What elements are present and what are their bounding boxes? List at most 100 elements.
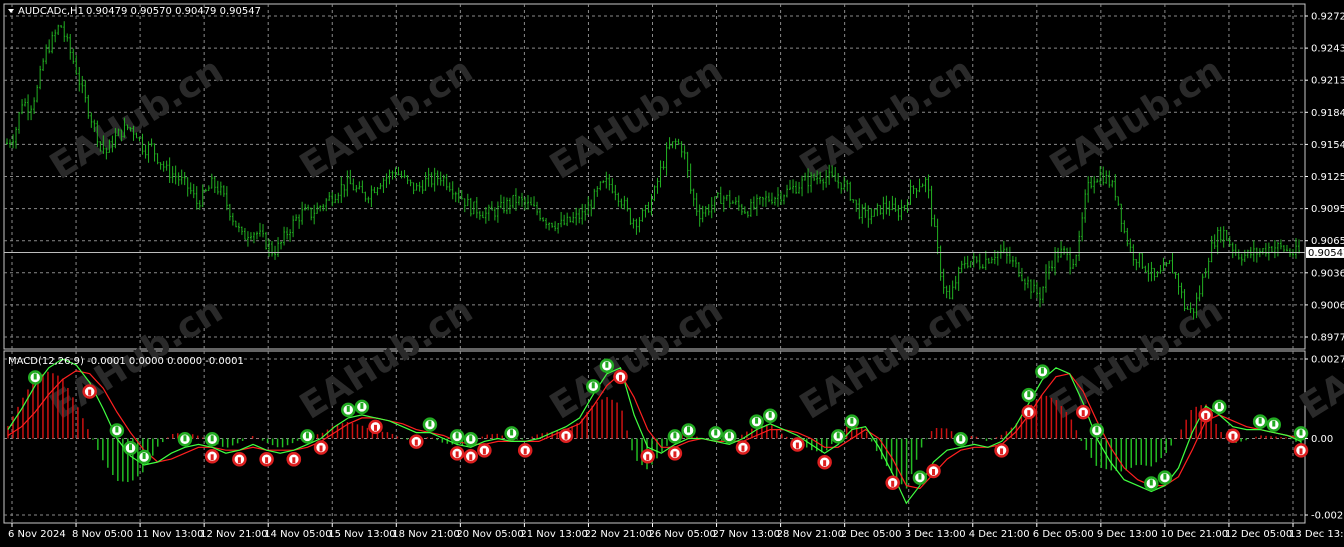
time-tick-label: 11 Nov 13:00 (136, 529, 203, 540)
sell-signal-icon (1021, 404, 1037, 420)
indicator-label: MACD(12,26,9) -0.0001 0.0000 0.0000 -0.0… (8, 356, 244, 367)
price-tick-label: 0.92135 (1311, 76, 1344, 87)
buy-signal-icon (749, 414, 764, 429)
buy-signal-icon (1144, 476, 1159, 491)
sell-signal-icon (885, 475, 900, 491)
current-price-text: 0.90547 (1308, 248, 1344, 259)
sell-signal-icon (286, 451, 302, 467)
buy-signal-icon (136, 449, 152, 465)
sell-signal-icon (790, 437, 805, 452)
time-tick-label: 26 Nov 05:00 (649, 529, 716, 540)
buy-signal-icon (1212, 399, 1227, 415)
chart-canvas[interactable]: EAHub.cn EAHub.cn EAHub.cn EAHub.cn EAHub.cn… (0, 0, 1344, 547)
buy-signal-icon (722, 429, 737, 444)
buy-signal-icon (1089, 423, 1105, 438)
buy-signal-icon (586, 379, 601, 394)
time-tick-label: 12 Dec 05:00 (1225, 529, 1292, 540)
macd-tick-label: 0.00 (1311, 434, 1333, 445)
sell-signal-icon (368, 419, 383, 435)
buy-signal-icon (177, 432, 193, 447)
macd-tick-label: -0.0026 (1311, 511, 1344, 522)
price-tick-label: 0.91840 (1311, 108, 1344, 119)
buy-signal-icon (1157, 470, 1173, 485)
buy-signal-icon (341, 402, 356, 418)
time-tick-label: 4 Dec 21:00 (969, 529, 1030, 540)
sell-signal-icon (735, 440, 751, 455)
buy-signal-icon (1035, 364, 1050, 379)
buy-signal-icon (912, 470, 928, 485)
time-tick-label: 28 Nov 21:00 (777, 529, 844, 540)
buy-signal-icon (504, 426, 519, 441)
buy-signal-icon (422, 417, 438, 432)
sell-signal-icon (409, 434, 424, 449)
buy-signal-icon (27, 370, 43, 385)
time-tick-label: 9 Dec 13:00 (1097, 529, 1158, 540)
sell-signal-icon (558, 428, 574, 443)
current-price-tag: 0.90547 (1306, 246, 1344, 259)
symbol-label: AUDCADc,H1 (18, 6, 84, 17)
buy-signal-icon (844, 414, 860, 429)
price-tick-label: 0.89770 (1311, 333, 1344, 344)
macd-tick-label: 0.0027 (1311, 355, 1344, 366)
buy-signal-icon (463, 432, 479, 447)
sell-signal-icon (1198, 407, 1213, 423)
buy-signal-icon (109, 423, 125, 438)
buy-signal-icon (1293, 426, 1309, 441)
price-tick-label: 0.91545 (1311, 140, 1344, 151)
buy-signal-icon (708, 426, 723, 441)
price-axis: 0.92725 0.92430 0.92135 0.91840 0.91545 0.912… (1305, 12, 1344, 344)
price-tick-label: 0.92725 (1311, 12, 1344, 23)
buy-signal-icon (1252, 414, 1268, 429)
buy-signal-icon (1266, 417, 1282, 432)
price-tick-label: 0.91250 (1311, 172, 1344, 183)
sell-signal-icon (477, 443, 492, 458)
sell-signal-icon (640, 449, 655, 464)
price-tick-label: 0.90955 (1311, 204, 1344, 215)
time-tick-label: 6 Nov 2024 (8, 529, 66, 540)
sell-signal-icon (232, 451, 247, 467)
sell-signal-icon (667, 446, 683, 461)
buy-signal-icon (599, 358, 615, 373)
buy-signal-icon (123, 440, 138, 456)
sell-signal-icon (994, 443, 1009, 458)
time-tick-label: 2 Dec 05:00 (841, 529, 902, 540)
time-tick-label: 8 Nov 05:00 (72, 529, 133, 540)
time-tick-label: 14 Nov 05:00 (264, 529, 331, 540)
price-tick-label: 0.90360 (1311, 268, 1344, 279)
sell-signal-icon (204, 449, 220, 464)
buy-signal-icon (762, 408, 778, 424)
time-tick-label: 18 Nov 21:00 (392, 529, 459, 540)
trading-chart-window[interactable]: EAHub.cn EAHub.cn EAHub.cn EAHub.cn EAHub.cn… (0, 0, 1344, 547)
sell-signal-icon (463, 449, 479, 464)
sell-signal-icon (817, 454, 832, 470)
time-tick-label: 22 Nov 21:00 (584, 529, 651, 540)
buy-signal-icon (667, 429, 683, 444)
sell-signal-icon (1225, 428, 1241, 443)
buy-signal-icon (1021, 387, 1037, 403)
buy-signal-icon (681, 423, 696, 438)
time-tick-label: 13 Dec 13:00 (1289, 529, 1344, 540)
sell-signal-icon (449, 446, 465, 461)
buy-signal-icon (449, 429, 465, 444)
sell-signal-icon (1293, 443, 1309, 458)
sell-signal-icon (517, 443, 533, 458)
time-tick-label: 3 Dec 13:00 (905, 529, 966, 540)
time-axis: 6 Nov 2024 8 Nov 05:00 11 Nov 13:0012 Nov … (8, 523, 1344, 540)
sell-signal-icon (926, 463, 941, 479)
price-tick-label: 0.90655 (1311, 236, 1344, 247)
time-tick-label: 10 Dec 21:00 (1161, 529, 1228, 540)
price-tick-label: 0.92430 (1311, 44, 1344, 55)
ohlc-readout: 0.90479 0.90570 0.90479 0.90547 (86, 6, 261, 17)
buy-signal-icon (953, 432, 968, 447)
time-tick-label: 15 Nov 13:00 (328, 529, 395, 540)
sell-signal-icon (82, 384, 97, 399)
time-tick-label: 12 Nov 21:00 (200, 529, 267, 540)
sell-signal-icon (313, 440, 329, 455)
time-tick-label: 6 Dec 05:00 (1033, 529, 1094, 540)
sell-signal-icon (1075, 404, 1091, 420)
sell-signal-icon (259, 451, 274, 467)
time-tick-label: 21 Nov 13:00 (520, 529, 587, 540)
buy-signal-icon (354, 399, 370, 415)
buy-signal-icon (300, 429, 315, 444)
time-tick-label: 20 Nov 05:00 (456, 529, 523, 540)
